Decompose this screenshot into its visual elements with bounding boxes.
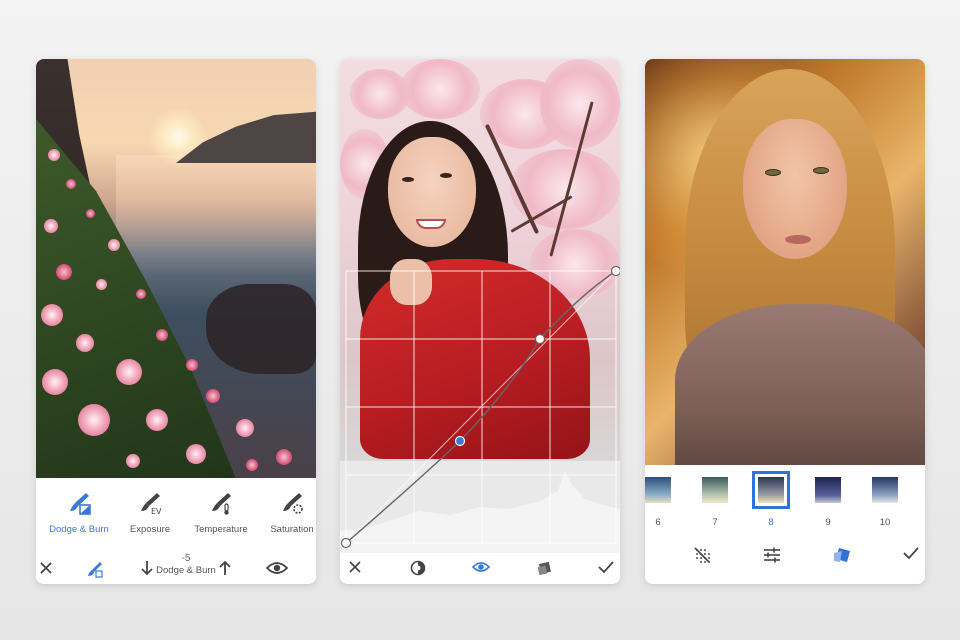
saturation-tool[interactable]: Saturation [257,490,316,535]
eye-icon[interactable] [472,560,490,574]
tool-label: Saturation [270,524,314,535]
filter-thumbnail-10[interactable] [872,477,898,503]
tone-curve-editor[interactable] [340,59,620,553]
curve-point-active[interactable] [454,435,466,447]
filter-label: 10 [879,517,891,528]
coastline-photo [36,59,316,478]
tone-curve-preset-icon[interactable] [410,560,426,576]
dodge-burn-brush-icon [70,493,91,515]
close-icon[interactable] [348,560,362,574]
filter-thumbnail-8[interactable] [752,471,790,509]
check-icon[interactable] [598,560,614,574]
style-icon[interactable] [832,546,852,564]
dodge-burn-bottom-bar: -5 Dodge & Burn [36,553,316,584]
curves-bottom-bar [340,553,620,584]
filter-strip: 6 7 8 9 10 [645,465,925,535]
close-icon[interactable] [38,560,54,576]
curves-screen [340,59,620,584]
grain-off-icon[interactable] [693,546,711,564]
adjustment-label: Dodge & Burn [156,565,216,576]
check-icon[interactable] [903,546,919,560]
dodge-burn-screen: Dodge & Burn EV Exposure Temperature Sat… [36,59,316,584]
brush-tools-panel: Dodge & Burn EV Exposure Temperature Sat… [36,478,316,584]
filter-thumbnail-7[interactable] [702,477,728,503]
brush-icon[interactable] [86,560,104,578]
channel-icon[interactable] [536,560,552,576]
portrait-sunset-photo [645,59,925,465]
tool-label: Exposure [129,524,171,535]
filter-thumbnail-6[interactable] [645,477,671,503]
svg-text:EV: EV [151,507,162,516]
eye-icon[interactable] [266,560,288,576]
tool-label: Dodge & Burn [49,524,109,535]
filter-label: 7 [712,517,718,528]
arrow-down-icon[interactable] [140,560,154,576]
tool-label: Temperature [194,524,248,535]
adjustment-number: -5 [181,553,191,564]
filter-label: 9 [825,517,831,528]
filter-thumbnail-9[interactable] [815,477,841,503]
saturation-brush-icon [283,493,303,514]
looks-screen: 6 7 8 9 10 [645,59,925,584]
sliders-icon[interactable] [763,546,781,564]
filter-label: 6 [655,517,661,528]
temperature-brush-icon [212,493,231,515]
temperature-tool[interactable]: Temperature [186,490,256,535]
filter-label: 8 [768,517,774,528]
adjustment-value: -5 Dodge & Burn [156,553,216,576]
arrow-up-icon[interactable] [218,560,232,576]
curve-point[interactable] [610,265,621,277]
curve-point[interactable] [340,537,352,549]
exposure-tool[interactable]: EV Exposure [115,490,185,535]
exposure-brush-icon: EV [141,493,162,516]
dodge-burn-tool[interactable]: Dodge & Burn [44,490,114,535]
looks-bottom-bar [645,535,925,584]
curve-point[interactable] [534,333,546,345]
